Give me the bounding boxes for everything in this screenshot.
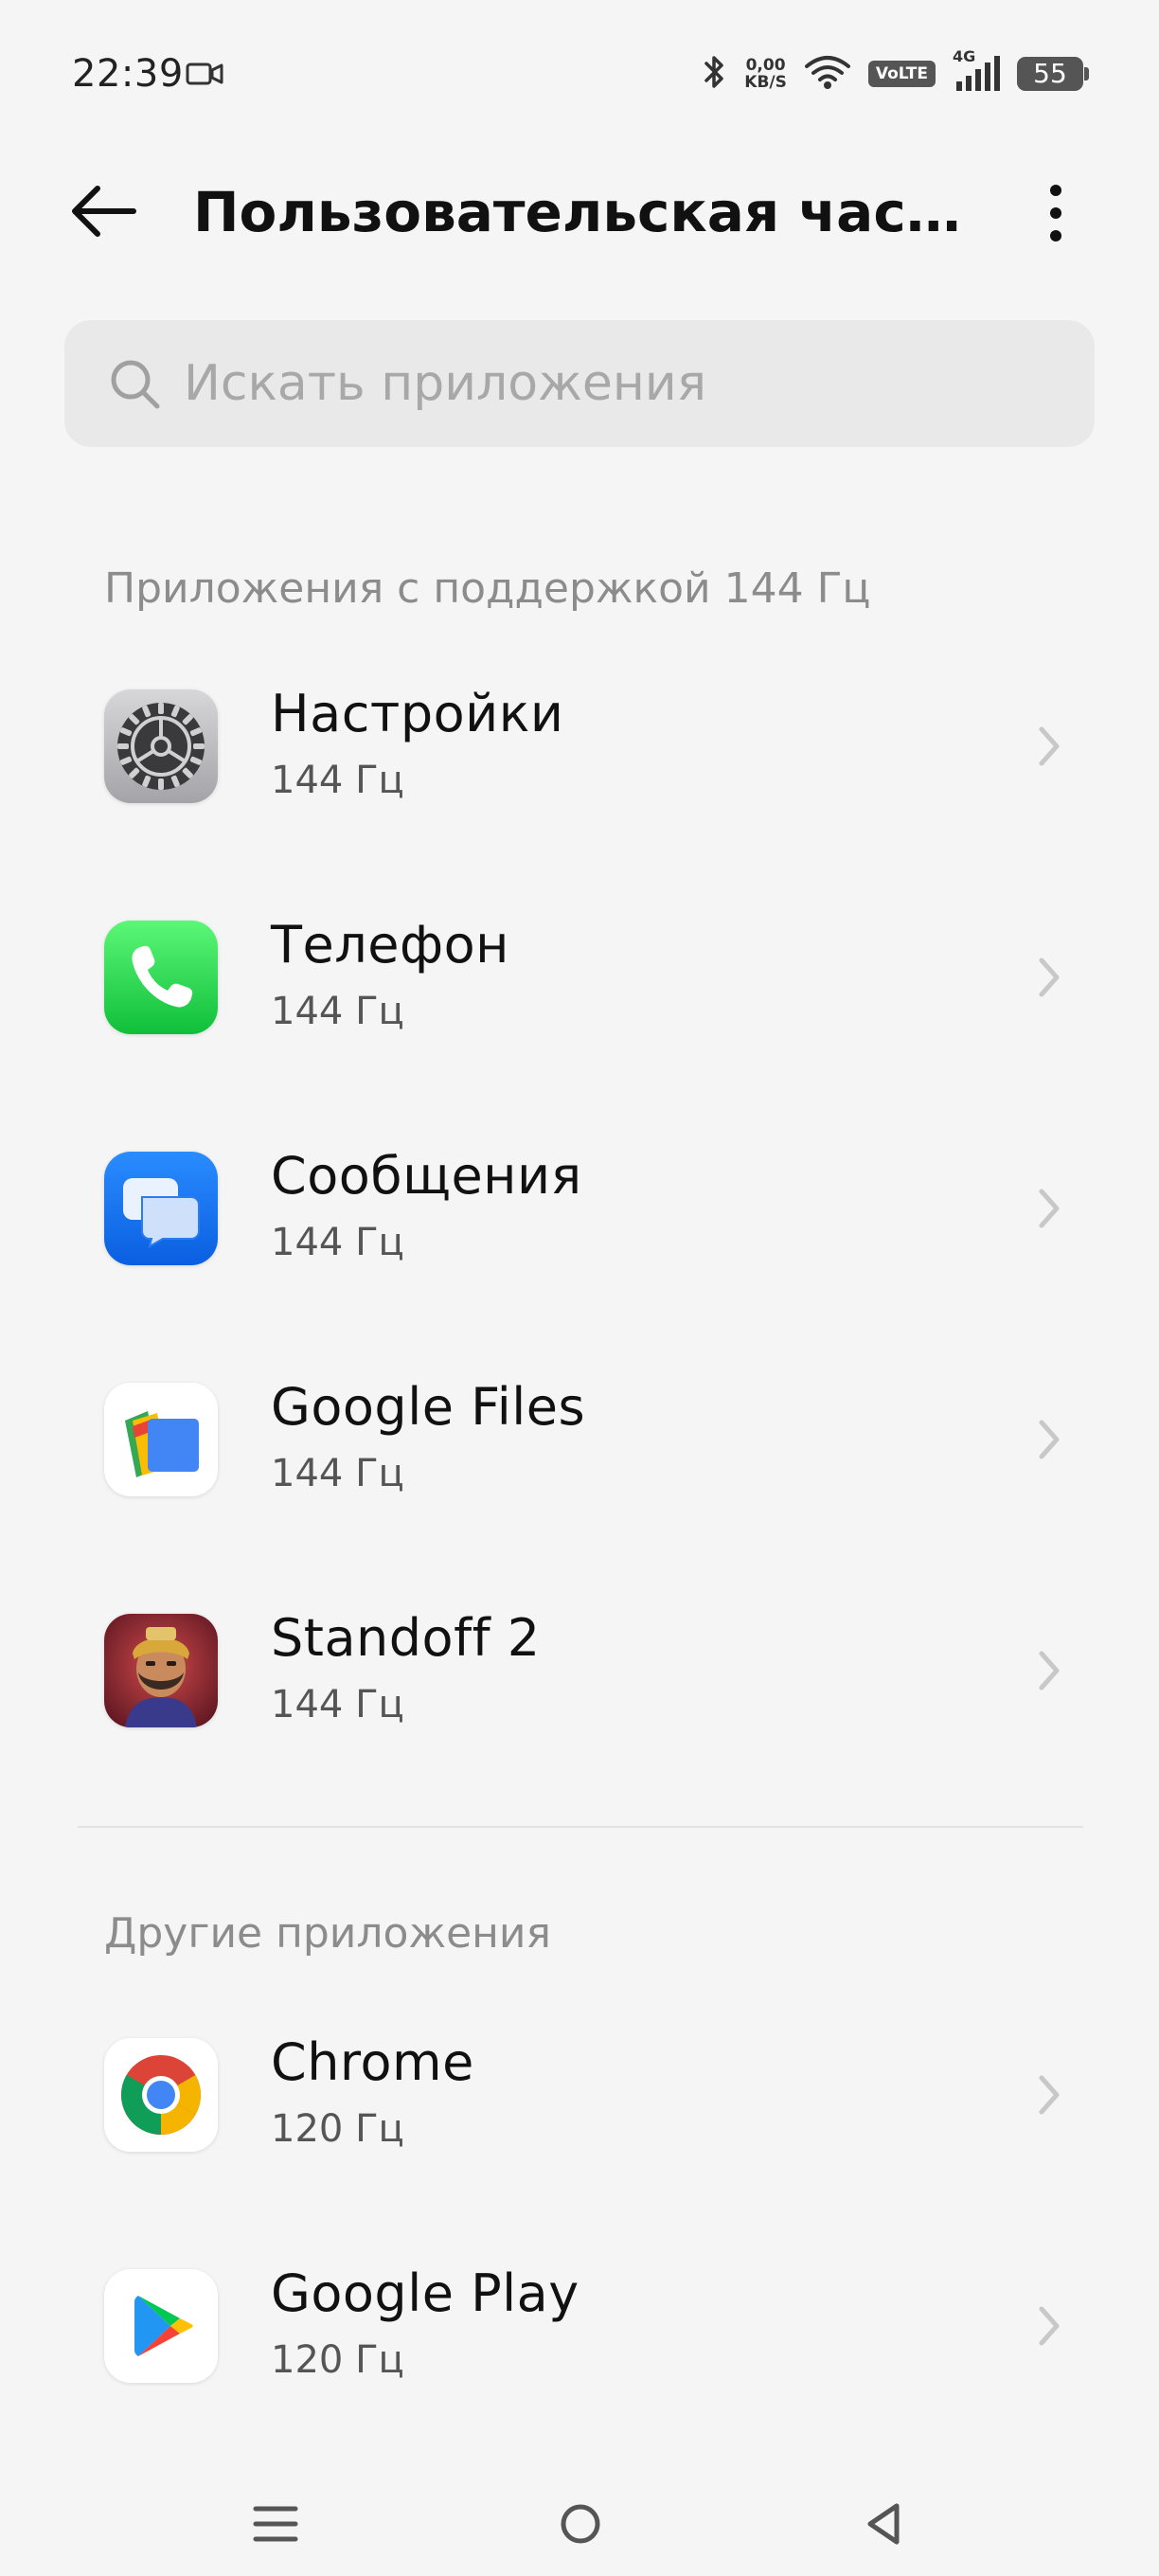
settings-gear-icon bbox=[104, 689, 218, 803]
app-name: Chrome bbox=[271, 2032, 474, 2092]
status-bar: 22:39 0,00 KB/S VoLTE 4G 55 bbox=[0, 0, 1159, 150]
chrome-icon bbox=[104, 2038, 218, 2152]
network-speed-value: 0,00 bbox=[745, 56, 786, 75]
section-header-144hz: Приложения с поддержкой 144 Гц bbox=[104, 564, 871, 613]
app-name: Google Play bbox=[271, 2263, 580, 2323]
wifi-icon bbox=[804, 53, 851, 95]
page-title: Пользовательская часто... bbox=[193, 180, 970, 244]
app-refresh-rate: 144 Гц bbox=[271, 990, 404, 1033]
standoff-2-icon bbox=[104, 1614, 218, 1727]
back-button[interactable] bbox=[61, 169, 146, 254]
app-refresh-rate: 144 Гц bbox=[271, 1221, 404, 1264]
section-divider bbox=[78, 1826, 1083, 1828]
app-row-phone[interactable]: Телефон 144 Гц bbox=[0, 862, 1159, 1093]
search-input[interactable] bbox=[182, 354, 1038, 413]
home-icon bbox=[561, 2504, 600, 2544]
app-row-chrome[interactable]: Chrome 120 Гц bbox=[0, 1979, 1159, 2210]
app-list-144hz: Настройки 144 Гц Телефон 144 Гц Сообщени… bbox=[0, 631, 1159, 1786]
app-refresh-rate: 144 Гц bbox=[271, 1683, 404, 1726]
chevron-right-icon bbox=[1039, 1651, 1060, 1690]
app-name: Сообщения bbox=[271, 1146, 582, 1206]
battery-indicator: 55 bbox=[1017, 57, 1089, 91]
bluetooth-icon bbox=[703, 53, 727, 95]
app-refresh-rate: 120 Гц bbox=[271, 2338, 404, 2382]
chevron-right-icon bbox=[1039, 2075, 1060, 2115]
back-triangle-icon bbox=[867, 2503, 900, 2545]
app-list-other: Chrome 120 Гц Google Play 120 Гц bbox=[0, 1979, 1159, 2442]
section-header-other-apps: Другие приложения bbox=[104, 1909, 551, 1958]
chevron-right-icon bbox=[1039, 726, 1060, 766]
volte-badge: VoLTE bbox=[867, 61, 936, 87]
chevron-right-icon bbox=[1039, 1189, 1060, 1228]
chevron-right-icon bbox=[1039, 957, 1060, 997]
system-navigation-bar bbox=[0, 2462, 1159, 2576]
phone-icon bbox=[104, 921, 218, 1034]
video-camera-icon bbox=[186, 61, 223, 87]
recents-button[interactable] bbox=[233, 2481, 318, 2567]
app-refresh-rate: 120 Гц bbox=[271, 2107, 404, 2151]
app-name: Телефон bbox=[271, 915, 509, 975]
google-play-icon bbox=[104, 2269, 218, 2383]
network-speed: 0,00 KB/S bbox=[744, 57, 787, 91]
app-row-google-files[interactable]: Google Files 144 Гц bbox=[0, 1324, 1159, 1555]
app-row-google-play[interactable]: Google Play 120 Гц bbox=[0, 2210, 1159, 2442]
app-bar: Пользовательская часто... bbox=[0, 150, 1159, 282]
status-time: 22:39 bbox=[72, 52, 184, 96]
app-row-settings[interactable]: Настройки 144 Гц bbox=[0, 631, 1159, 862]
search-bar[interactable] bbox=[64, 320, 1095, 447]
more-options-button[interactable] bbox=[1013, 170, 1098, 256]
status-indicators: 0,00 KB/S VoLTE 4G 55 bbox=[703, 47, 1089, 98]
app-row-standoff-2[interactable]: Standoff 2 144 Гц bbox=[0, 1555, 1159, 1786]
chevron-right-icon bbox=[1039, 2306, 1060, 2346]
more-vertical-icon bbox=[1050, 185, 1061, 242]
nav-back-button[interactable] bbox=[841, 2481, 926, 2567]
app-name: Настройки bbox=[271, 684, 564, 743]
messages-icon bbox=[104, 1152, 218, 1265]
app-name: Google Files bbox=[271, 1377, 586, 1437]
home-button[interactable] bbox=[538, 2481, 623, 2567]
network-speed-unit: KB/S bbox=[744, 73, 787, 92]
google-files-icon bbox=[104, 1383, 218, 1496]
app-row-messages[interactable]: Сообщения 144 Гц bbox=[0, 1093, 1159, 1324]
signal-icon: 4G bbox=[953, 47, 1000, 95]
app-refresh-rate: 144 Гц bbox=[271, 1452, 404, 1495]
arrow-left-icon bbox=[72, 186, 136, 237]
app-name: Standoff 2 bbox=[271, 1608, 541, 1668]
chevron-right-icon bbox=[1039, 1420, 1060, 1459]
app-refresh-rate: 144 Гц bbox=[271, 759, 404, 802]
search-icon bbox=[108, 357, 161, 410]
menu-icon bbox=[253, 2506, 298, 2542]
